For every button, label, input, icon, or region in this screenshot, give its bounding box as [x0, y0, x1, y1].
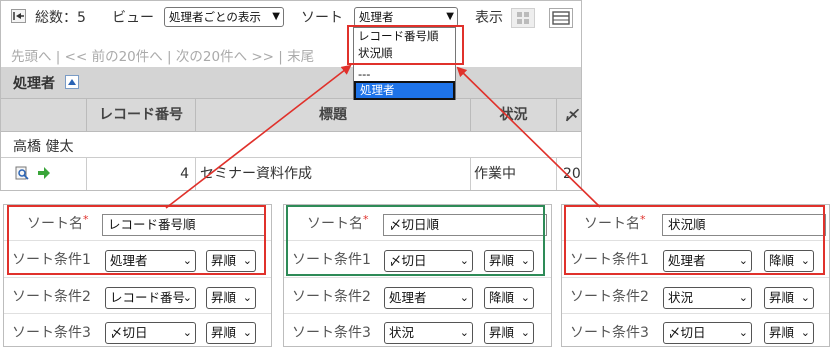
callout-arrows [165, 64, 601, 209]
callout-arrow [165, 64, 352, 209]
callout-arrow [456, 66, 601, 208]
